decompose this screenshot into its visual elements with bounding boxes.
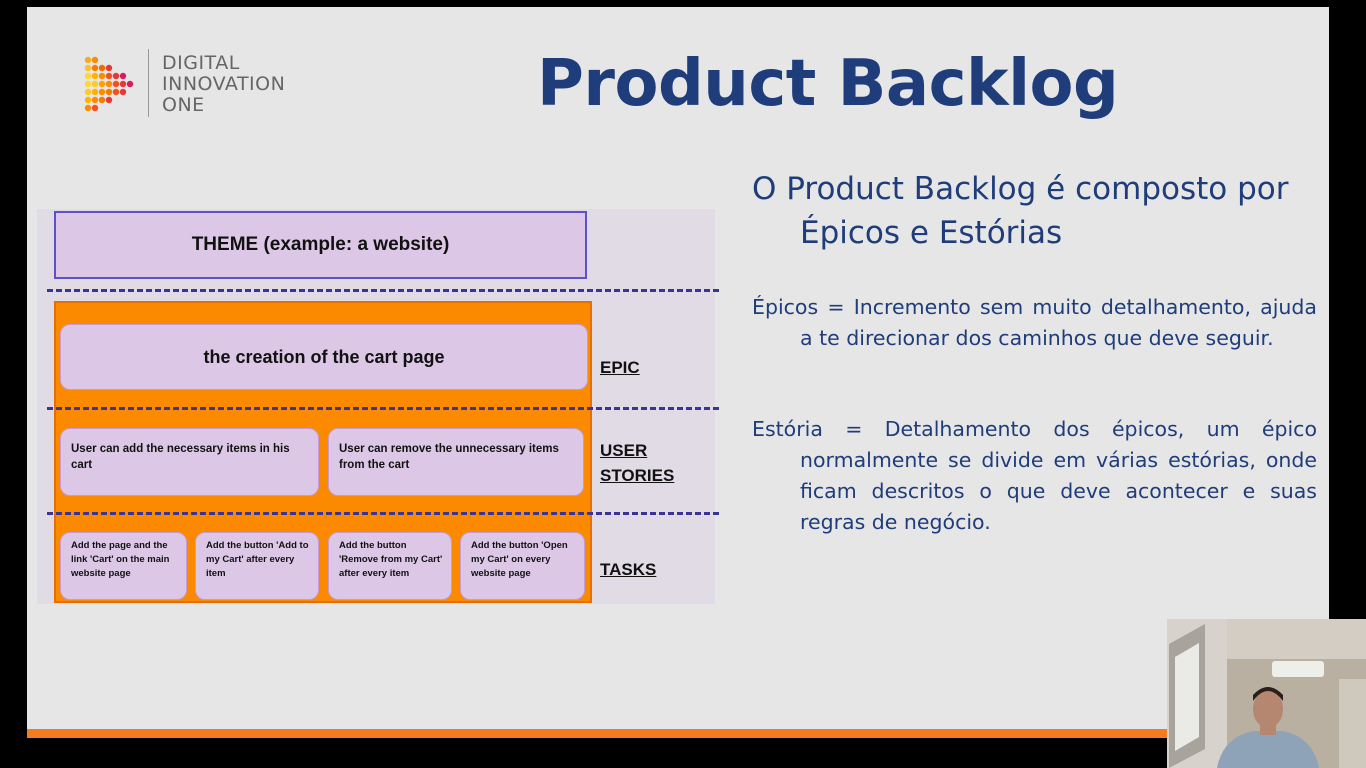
logo-divider [148, 49, 149, 117]
estoria-definition: Estória = Detalhamento dos épicos, um ép… [752, 417, 1317, 534]
epic-label: EPIC [600, 358, 640, 377]
user-story-card: User can remove the unnecessary items fr… [328, 428, 584, 496]
logo-wordmark: DIGITAL INNOVATION ONE [162, 53, 285, 116]
divider-dashed [47, 512, 719, 515]
slide-title: Product Backlog [537, 47, 1119, 121]
task-card: Add the button 'Open my Cart' on every w… [460, 532, 585, 600]
footer-accent-bar [27, 729, 1329, 738]
presenter-video-icon [1167, 619, 1366, 768]
epicos-definition: Épicos = Incremento sem muito detalhamen… [752, 295, 1317, 350]
theme-box: THEME (example: a website) [54, 211, 587, 279]
user-stories-label: USER STORIES [600, 438, 674, 488]
epic-container: the creation of the cart page User can a… [54, 301, 592, 603]
logo-line-1: DIGITAL [162, 52, 240, 74]
logo-line-2: INNOVATION [162, 73, 286, 95]
user-stories-label-line-2: STORIES [600, 466, 675, 485]
slide-subtitle: O Product Backlog é composto por Épicos … [752, 171, 1289, 251]
user-story-card: User can add the necessary items in his … [60, 428, 319, 496]
digital-innovation-one-logo-icon [84, 56, 134, 112]
task-card: Add the button 'Add to my Cart' after ev… [195, 532, 319, 600]
backlog-diagram: THEME (example: a website) the creation … [37, 209, 719, 604]
epic-box: the creation of the cart page [60, 324, 588, 390]
divider-dashed [47, 289, 719, 292]
slide: DIGITAL INNOVATION ONE Product Backlog T… [27, 7, 1329, 729]
user-stories-label-line-1: USER [600, 441, 648, 460]
presenter-webcam [1167, 619, 1366, 768]
task-card: Add the page and the link 'Cart' on the … [60, 532, 187, 600]
tasks-label: TASKS [600, 560, 657, 579]
logo-line-3: ONE [162, 94, 205, 116]
divider-dashed [47, 407, 719, 410]
task-card: Add the button 'Remove from my Cart' aft… [328, 532, 452, 600]
